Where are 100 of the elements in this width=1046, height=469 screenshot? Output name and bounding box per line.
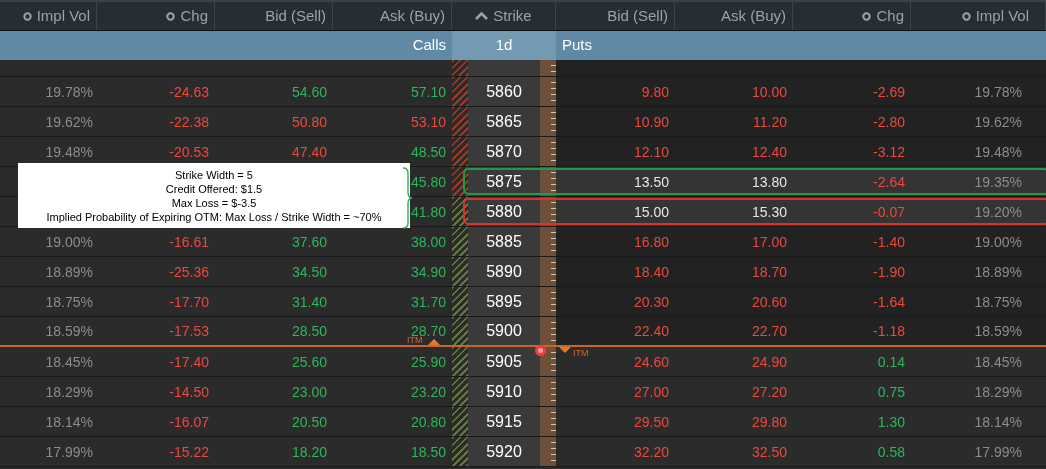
table-cell: 18.29% [974,384,1022,399]
table-cell: 34.90 [410,264,446,279]
note-line: Credit Offered: $1.5 [165,181,263,196]
table-cell: 38.00 [410,234,446,249]
table-cell: -17.53 [169,324,209,338]
column-header[interactable]: Chg [793,2,911,30]
table-cell: 20.60 [751,294,787,309]
column-header[interactable]: Bid (Sell) [556,2,675,30]
price-ruler [540,407,556,436]
table-cell: -16.07 [169,414,209,429]
table-cell: 45.80 [410,174,446,189]
strike-cell: 5915 [468,407,540,436]
table-cell: 48.50 [410,144,446,159]
table-cell: 17.00 [751,234,787,249]
column-header[interactable]: Bid (Sell) [215,2,333,30]
table-cell: 32.20 [633,444,669,459]
table-cell: 13.80 [751,174,787,189]
column-header[interactable]: Ask (Buy) [675,2,793,30]
circle-icon [961,11,971,21]
price-ruler [540,287,556,316]
table-cell: 0.75 [877,384,905,399]
column-header[interactable]: Strike [452,2,556,30]
strike-cell: 5860 [468,77,540,106]
table-cell: 19.20% [974,204,1022,219]
puts-label: Puts [561,35,593,56]
table-cell: 9.80 [641,84,669,99]
note-line: Max Loss = $-3.5 [171,195,257,210]
expiry-label: 1d [452,31,556,60]
strike-cell: 5900 [468,317,540,345]
table-cell: 17.99% [45,444,93,459]
table-cell: 22.40 [633,324,669,338]
table-cell: 15.00 [633,204,669,219]
table-cell: -15.22 [169,444,209,459]
strike-cell: 5865 [468,107,540,136]
table-cell: 18.50 [410,444,446,459]
strike-cell [468,60,540,76]
table-cell: 12.10 [633,144,669,159]
table-cell: 32.50 [751,444,787,459]
calls-label: Calls [411,35,447,56]
table-cell: 37.60 [291,234,327,249]
itm-label: ITM [407,336,423,345]
table-cell: 20.80 [410,414,446,429]
table-cell: -20.53 [169,144,209,159]
price-ruler [540,107,556,136]
triangle-up-icon [428,339,440,345]
table-cell: -2.69 [873,84,905,99]
table-cell: -24.63 [169,84,209,99]
circle-icon [166,11,176,21]
table-cell: 19.35% [974,174,1022,189]
table-cell: 18.20 [291,444,327,459]
strike-cell: 5890 [468,257,540,286]
table-cell: -17.40 [169,354,209,369]
table-cell: 18.45% [974,354,1022,369]
table-cell: 27.00 [633,384,669,399]
table-cell: -1.90 [873,264,905,279]
table-cell: 10.90 [633,114,669,129]
table-cell: 18.40 [633,264,669,279]
caret-up-icon [475,12,489,20]
table-cell: 27.20 [751,384,787,399]
table-cell: 18.59% [45,324,93,338]
column-header[interactable]: Ask (Buy) [333,2,452,30]
table-cell: 24.90 [751,354,787,369]
table-cell: -0.07 [873,204,905,219]
table-cell: 53.10 [410,114,446,129]
brace-icon [401,167,413,229]
table-cell: -17.70 [169,294,209,309]
table-cell: 17.99% [974,444,1022,459]
table-cell: 11.20 [753,114,787,129]
strike-cell: 5895 [468,287,540,316]
table-cell: 34.50 [291,264,327,279]
table-cell: 19.78% [45,84,93,99]
table-cell: 54.60 [291,84,327,99]
strike-cell: 5885 [468,227,540,256]
table-cell: 19.00% [45,234,93,249]
circle-icon [862,11,872,21]
table-cell: 50.80 [291,114,327,129]
column-header[interactable]: Impl Vol [0,2,97,30]
table-cell: 13.50 [633,174,669,189]
price-ruler [540,317,556,345]
circle-icon [22,11,32,21]
column-header[interactable]: Impl Vol [911,2,1046,30]
table-cell: -2.80 [873,114,905,129]
table-cell: 18.75% [45,294,93,309]
table-cell: -14.50 [169,384,209,399]
price-ruler [540,137,556,166]
table-cell: 18.89% [45,264,93,279]
table-cell: -25.36 [169,264,209,279]
table-cell: 25.60 [291,354,327,369]
table-cell: 41.80 [410,204,446,219]
table-cell: 0.58 [877,444,905,459]
table-cell: -16.61 [169,234,209,249]
table-cell: 19.62% [974,114,1022,129]
column-header[interactable]: Chg [97,2,215,30]
table-cell: 12.40 [751,144,787,159]
strike-cell: 5920 [468,437,540,466]
table-cell: 18.14% [974,414,1022,429]
note-line: Implied Probability of Expiring OTM: Max Loss / Strike Width = ~70% [46,209,382,224]
table-cell: 18.89% [974,264,1022,279]
table-cell: 19.78% [974,84,1022,99]
table-cell: 20.50 [291,414,327,429]
